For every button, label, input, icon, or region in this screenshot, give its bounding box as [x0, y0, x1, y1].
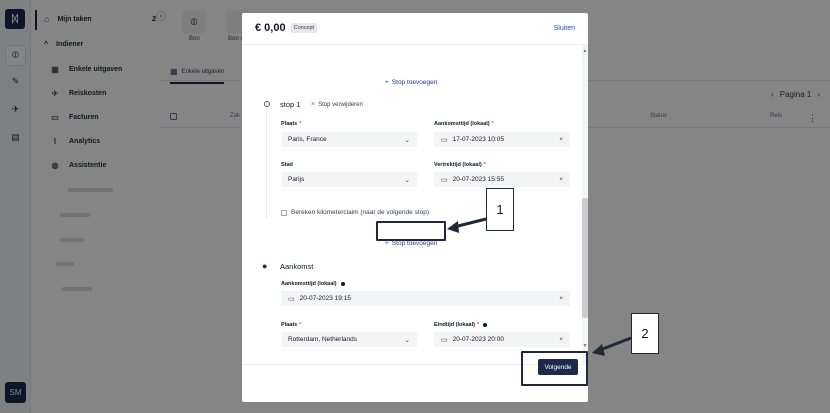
- arrival-place-label: Plaats *: [281, 322, 301, 328]
- required-marker: *: [476, 322, 480, 328]
- remove-stop-button[interactable]: × Stop verwijderen: [311, 101, 363, 108]
- location-pin-icon: ●: [262, 261, 268, 271]
- end-time-label-text: Eindtijd (lokaal): [434, 322, 475, 328]
- add-stop-label: Stop toevoegen: [391, 240, 438, 247]
- city-value: Parijs: [288, 176, 305, 183]
- stop-connector-line: [266, 111, 267, 218]
- close-button[interactable]: Sluiten: [554, 25, 575, 32]
- modal-scrollbar-thumb[interactable]: [582, 198, 588, 318]
- city-select[interactable]: Parijs ⌄: [281, 172, 417, 187]
- clear-icon[interactable]: ×: [559, 295, 563, 302]
- required-marker: *: [491, 121, 494, 127]
- info-icon: [483, 323, 488, 327]
- chevron-down-icon: ⌄: [404, 336, 410, 344]
- city-label: Stad: [281, 162, 293, 168]
- plus-icon: +: [385, 240, 389, 247]
- departure-time-value: 20-07-2023 15:55: [452, 176, 504, 183]
- chevron-down-icon: ⌄: [404, 176, 410, 184]
- end-time-input[interactable]: ▭ 20-07-2023 20:00 ×: [434, 332, 570, 347]
- arrival-place-select[interactable]: Rotterdam, Netherlands ⌄: [281, 332, 417, 347]
- arrival-final-time-value: 20-07-2023 19:15: [299, 295, 351, 302]
- city-label-text: Stad: [281, 162, 293, 168]
- add-stop-button[interactable]: + Stop toevoegen: [385, 240, 437, 247]
- add-stop-button-top[interactable]: + Stop toevoegen: [385, 79, 437, 86]
- place-label-text: Plaats: [281, 121, 298, 127]
- arrival-final-time-label-text: Aankomsttijd (lokaal): [281, 281, 337, 287]
- status-badge: Concept: [290, 23, 318, 33]
- clear-icon[interactable]: ×: [559, 176, 563, 183]
- stop-marker-icon: [264, 101, 270, 107]
- required-marker: *: [483, 162, 486, 168]
- arrival-time-value: 17-07-2023 10:05: [452, 136, 504, 143]
- arrival-time-label: Aankomsttijd (lokaal) *: [434, 121, 494, 127]
- clear-icon[interactable]: ×: [559, 336, 563, 343]
- close-icon: ×: [311, 101, 316, 108]
- arrival-final-time-input[interactable]: ▭ 20-07-2023 19:15 ×: [281, 291, 570, 306]
- arrival-place-label-text: Plaats: [281, 322, 298, 328]
- scroll-down-icon[interactable]: ▼: [582, 343, 588, 349]
- clear-icon[interactable]: ×: [559, 136, 563, 143]
- place-select[interactable]: Paris, France ⌄: [281, 132, 417, 147]
- callout-1: 1: [486, 188, 514, 231]
- info-icon: [340, 282, 345, 286]
- modal-header: € 0,00 Concept Sluiten: [242, 13, 588, 43]
- add-stop-label: Stop toevoegen: [391, 79, 438, 86]
- required-marker: *: [299, 121, 302, 127]
- departure-time-label-text: Vertrektijd (lokaal): [434, 162, 482, 168]
- remove-stop-label: Stop verwijderen: [318, 101, 363, 108]
- stop-title: stop 1: [280, 100, 301, 109]
- end-time-value: 20-07-2023 20:00: [452, 336, 504, 343]
- highlight-add-stop: [376, 221, 446, 241]
- arrival-title: Aankomst: [280, 262, 314, 271]
- place-value: Paris, France: [288, 136, 327, 143]
- arrival-final-time-label: Aankomsttijd (lokaal): [281, 281, 345, 287]
- calendar-icon: ▭: [441, 136, 448, 144]
- km-claim-checkbox[interactable]: [281, 210, 287, 216]
- arrival-place-value: Rotterdam, Netherlands: [288, 336, 358, 343]
- trip-modal: € 0,00 Concept Sluiten + Stop toevoegen …: [242, 13, 588, 402]
- km-claim-label: Bereken kilometerclaim (naar de volgende…: [291, 209, 430, 216]
- modal-body: + Stop toevoegen stop 1 × Stop verwijder…: [242, 45, 582, 363]
- chevron-down-icon: ⌄: [404, 136, 410, 144]
- calendar-icon: ▭: [441, 336, 448, 344]
- scroll-up-icon[interactable]: ▲: [582, 48, 588, 54]
- calendar-icon: ▭: [288, 295, 295, 303]
- end-time-label: Eindtijd (lokaal) *: [434, 322, 488, 328]
- expense-amount: € 0,00: [255, 22, 286, 34]
- arrival-time-label-text: Aankomsttijd (lokaal): [434, 121, 490, 127]
- required-marker: *: [299, 322, 302, 328]
- calendar-icon: ▭: [441, 176, 448, 184]
- callout-2: 2: [631, 313, 659, 354]
- departure-time-label: Vertrektijd (lokaal) *: [434, 162, 486, 168]
- arrival-time-input[interactable]: ▭ 17-07-2023 10:05 ×: [434, 132, 570, 147]
- highlight-next-button: [521, 351, 588, 386]
- plus-icon: +: [385, 79, 389, 86]
- place-label: Plaats *: [281, 121, 301, 127]
- departure-time-input[interactable]: ▭ 20-07-2023 15:55 ×: [434, 172, 570, 187]
